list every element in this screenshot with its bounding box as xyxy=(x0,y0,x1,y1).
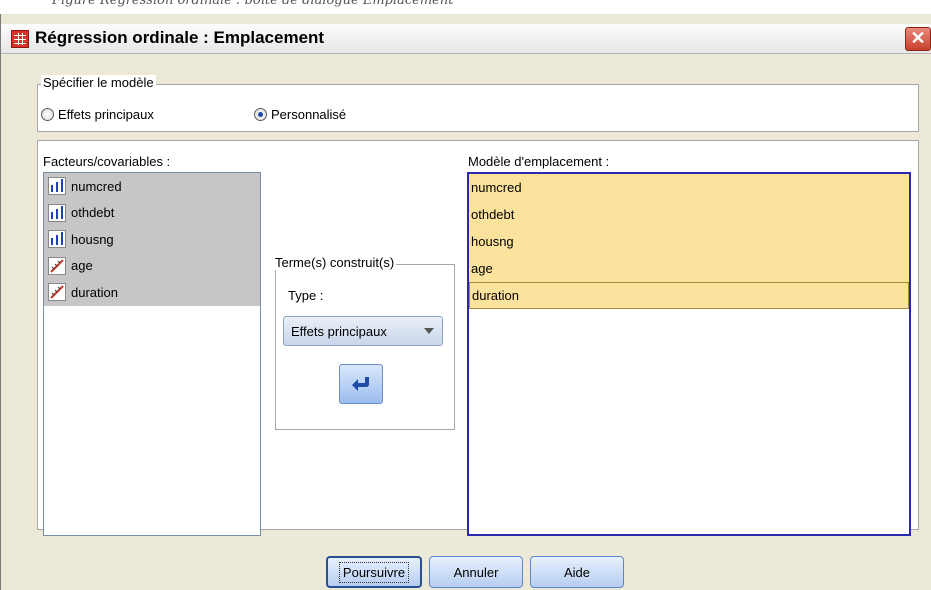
continue-button[interactable]: Poursuivre xyxy=(326,556,422,588)
list-item-label: othdebt xyxy=(71,205,115,221)
dialog-window: Régression ordinale : Emplacement ✕ Spéc… xyxy=(0,14,931,590)
help-button[interactable]: Aide xyxy=(530,556,624,588)
list-item[interactable]: numcred xyxy=(469,174,909,201)
ordinal-scale-icon xyxy=(48,203,66,222)
list-item[interactable]: duration xyxy=(44,279,260,306)
list-item-label: numcred xyxy=(71,178,122,194)
type-label: Type : xyxy=(288,288,324,303)
chevron-down-icon xyxy=(424,328,434,334)
list-item[interactable]: othdebt xyxy=(44,199,260,226)
radio-main-effects-label: Effets principaux xyxy=(58,107,154,122)
list-item[interactable]: age xyxy=(44,252,260,279)
radio-main-effects[interactable]: Effets principaux xyxy=(41,107,154,122)
title-bar: Régression ordinale : Emplacement ✕ xyxy=(1,24,931,54)
help-button-label: Aide xyxy=(563,564,591,580)
factors-list[interactable]: numcred othdebt housng age duration xyxy=(43,172,261,536)
window-title: Régression ordinale : Emplacement xyxy=(35,28,325,47)
list-item[interactable]: age xyxy=(469,255,909,282)
figure-caption-cropped: Figure Regression ordinale : boîte de di… xyxy=(0,0,931,14)
list-item-label: age xyxy=(71,258,93,274)
list-item-label: housng xyxy=(471,234,514,249)
type-dropdown[interactable]: Effets principaux xyxy=(283,316,443,346)
type-dropdown-value: Effets principaux xyxy=(291,323,387,339)
cancel-button[interactable]: Annuler xyxy=(429,556,523,588)
cancel-button-label: Annuler xyxy=(453,564,499,580)
list-item-label: othdebt xyxy=(471,207,515,222)
spss-app-icon xyxy=(11,30,29,48)
list-item-label: numcred xyxy=(471,180,522,195)
list-item-label: age xyxy=(471,261,493,276)
list-item[interactable]: housng xyxy=(469,228,909,255)
specify-model-group xyxy=(37,84,919,132)
arrow-right-icon xyxy=(352,377,369,391)
list-item-label: duration xyxy=(472,288,519,303)
list-item[interactable]: housng xyxy=(44,226,260,253)
list-item[interactable]: duration xyxy=(469,282,909,309)
radio-custom-label: Personnalisé xyxy=(271,107,347,122)
continue-button-label: Poursuivre xyxy=(338,561,410,583)
radio-custom[interactable]: Personnalisé xyxy=(254,107,346,122)
list-item[interactable]: othdebt xyxy=(469,201,909,228)
close-button[interactable]: ✕ xyxy=(905,27,931,51)
scale-ruler-icon xyxy=(48,256,66,275)
location-model-list[interactable]: numcred othdebt housng age duration xyxy=(467,172,911,536)
radio-main-effects-dot[interactable] xyxy=(41,108,54,121)
list-item-label: duration xyxy=(71,284,118,300)
ordinal-scale-icon xyxy=(48,177,66,196)
specify-model-legend: Spécifier le modèle xyxy=(41,75,156,90)
list-item[interactable]: numcred xyxy=(44,173,260,200)
scale-ruler-icon xyxy=(48,283,66,302)
radio-custom-dot[interactable] xyxy=(254,108,267,121)
factors-label: Facteurs/covariables : xyxy=(43,154,171,169)
location-model-label: Modèle d'emplacement : xyxy=(468,154,610,169)
list-item-label: housng xyxy=(71,231,114,247)
build-terms-legend: Terme(s) construit(s) xyxy=(273,255,397,270)
close-icon: ✕ xyxy=(910,28,926,48)
ordinal-scale-icon xyxy=(48,230,66,249)
figure-caption: Figure Regression ordinale : boîte de di… xyxy=(52,0,454,8)
move-term-button[interactable] xyxy=(339,364,383,404)
